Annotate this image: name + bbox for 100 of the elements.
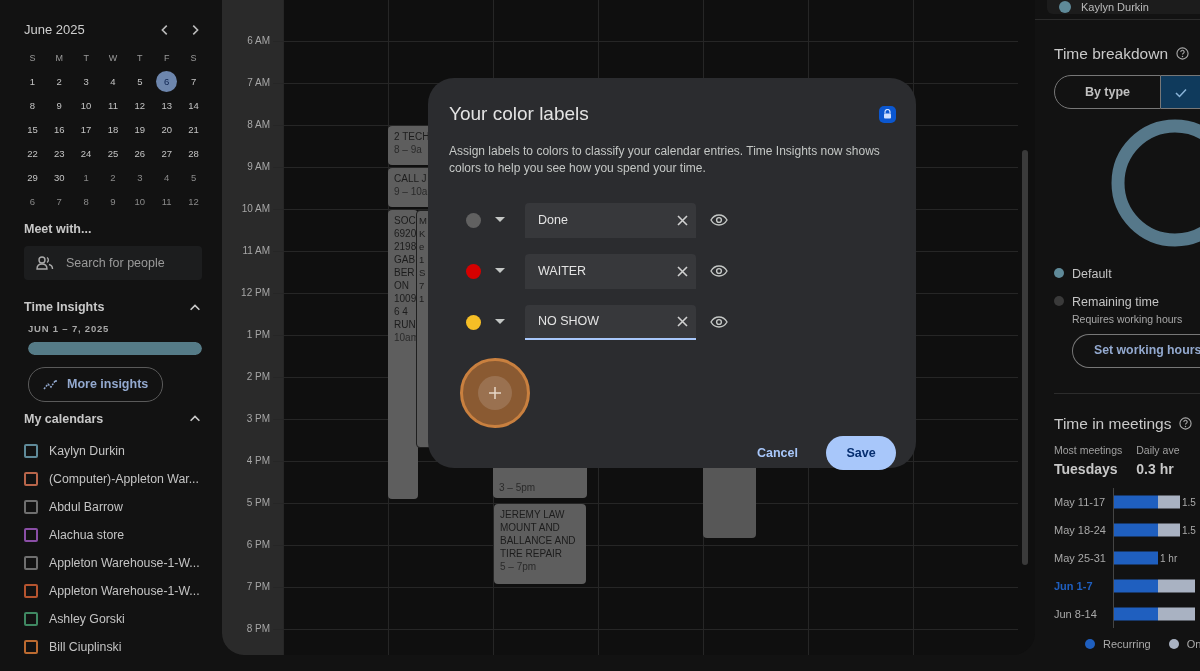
close-icon[interactable] — [677, 265, 688, 277]
close-icon[interactable] — [677, 214, 688, 226]
stat-label: Daily ave — [1136, 442, 1180, 458]
calendar-day[interactable]: 6 — [21, 190, 43, 212]
calendar-day[interactable]: 30 — [48, 166, 70, 188]
add-label-button[interactable] — [478, 375, 512, 410]
calendar-day[interactable]: 25 — [102, 142, 124, 164]
calendar-day[interactable]: 17 — [75, 118, 97, 140]
section-heading: Time Insights — [24, 299, 105, 317]
close-icon[interactable] — [677, 315, 688, 327]
calendar-day[interactable]: 10 — [129, 190, 151, 212]
section-heading: Meet with... — [24, 220, 93, 238]
calendar-day[interactable]: 12 — [183, 190, 205, 212]
calendar-day[interactable]: 22 — [21, 142, 43, 164]
calendar-day[interactable]: 10 — [75, 94, 97, 116]
calendar-day[interactable]: 29 — [21, 166, 43, 188]
calendar-day[interactable]: 12 — [129, 94, 151, 116]
calendar-day[interactable]: 7 — [183, 70, 205, 92]
calendar-day[interactable]: 16 — [48, 118, 70, 140]
calendar-day[interactable]: 11 — [102, 94, 124, 116]
calendar-day[interactable]: 2 — [48, 70, 70, 92]
event-title: JEREMY LAW — [500, 508, 565, 521]
calendar-day[interactable]: 21 — [183, 118, 205, 140]
week-label: May 18-24 — [1054, 522, 1107, 538]
calendar-day[interactable]: 2 — [102, 166, 124, 188]
calendar-day[interactable]: 27 — [156, 142, 178, 164]
date-range: JUN 1 – 7, 2025 — [27, 322, 111, 336]
calendar-day[interactable]: 23 — [48, 142, 70, 164]
cancel-button[interactable]: Cancel — [745, 435, 810, 471]
calendar-day[interactable]: 28 — [183, 142, 205, 164]
checkbox[interactable] — [24, 527, 38, 542]
calendar-chip[interactable]: Kaylyn Durkin — [1047, 0, 1200, 14]
calendar-day[interactable]: 8 — [21, 94, 43, 116]
help-icon[interactable] — [1179, 416, 1193, 430]
checkbox[interactable] — [24, 639, 38, 654]
caret-icon[interactable] — [495, 217, 505, 223]
dialog-description: Assign labels to colors to classify your calendar entries. Time Insights now shows colors to help you see how you spend your time. — [449, 142, 881, 177]
label-input-field[interactable]: Done — [525, 202, 696, 238]
calendar-name[interactable]: Abdul Barrow — [49, 497, 123, 516]
caret-icon[interactable] — [495, 268, 505, 274]
color-dot[interactable] — [466, 263, 481, 279]
help-icon[interactable] — [1176, 47, 1189, 61]
calendar-day[interactable]: 5 — [129, 70, 151, 92]
weekday-label: S — [189, 51, 198, 65]
save-button[interactable]: Save — [826, 435, 896, 470]
calendar-day[interactable]: 15 — [21, 118, 43, 140]
event-title: ON — [394, 279, 409, 292]
weekday-label: S — [28, 51, 37, 65]
calendar-name[interactable]: Appleton Warehouse-1-W... — [49, 553, 200, 572]
segment-tab[interactable] — [1161, 75, 1200, 110]
calendar-day[interactable]: 3 — [129, 166, 151, 188]
calendar-day[interactable]: 19 — [129, 118, 151, 140]
calendar-day[interactable]: 26 — [129, 142, 151, 164]
calendar-day[interactable]: 9 — [102, 190, 124, 212]
color-dot[interactable] — [466, 314, 481, 330]
calendar-day[interactable]: 4 — [156, 166, 178, 188]
checkbox[interactable] — [24, 471, 38, 486]
checkbox[interactable] — [24, 611, 38, 626]
calendar-day[interactable]: 4 — [102, 70, 124, 92]
label-input[interactable]: Done — [538, 210, 658, 230]
calendar-day[interactable]: 18 — [102, 118, 124, 140]
calendar-day[interactable]: 7 — [48, 190, 70, 212]
label-input[interactable]: NO SHOW — [538, 311, 658, 331]
calendar-name[interactable]: (Computer)-Appleton War... — [49, 469, 199, 488]
calendar-name[interactable]: Kaylyn Durkin — [49, 441, 125, 460]
calendar-day[interactable]: 8 — [75, 190, 97, 212]
label-input-field[interactable]: NO SHOW — [525, 304, 696, 340]
calendar-day[interactable]: 3 — [75, 70, 97, 92]
eye-icon[interactable] — [710, 214, 728, 226]
calendar-name[interactable]: Alachua store — [49, 525, 125, 544]
event-title: 2198 — [394, 240, 417, 253]
calendar-name[interactable]: Bill Ciuplinski — [49, 637, 122, 656]
value-label: 1 hr — [1160, 552, 1178, 564]
more-insights-button[interactable]: More insights — [28, 367, 164, 402]
calendar-day[interactable]: 20 — [156, 118, 178, 140]
checkbox[interactable] — [24, 499, 38, 514]
calendar-day[interactable]: 24 — [75, 142, 97, 164]
scrollbar-thumb[interactable] — [1022, 150, 1028, 565]
calendar-day[interactable]: 9 — [48, 94, 70, 116]
eye-icon[interactable] — [710, 316, 728, 328]
color-dot[interactable] — [466, 212, 481, 228]
calendar-day[interactable]: 1 — [21, 70, 43, 92]
calendar-name[interactable]: Appleton Warehouse-1-W... — [49, 581, 200, 600]
label-input-field[interactable]: WAITER — [525, 253, 696, 289]
checkbox[interactable] — [24, 555, 38, 570]
search-input[interactable]: Search for people — [64, 252, 184, 274]
calendar-day[interactable]: 1 — [75, 166, 97, 188]
event-title: GAB — [394, 253, 416, 266]
search-field[interactable]: Search for people — [24, 246, 202, 281]
caret-icon[interactable] — [495, 319, 505, 325]
eye-icon[interactable] — [710, 265, 728, 277]
checkbox[interactable] — [24, 583, 38, 598]
calendar-day[interactable]: 11 — [156, 190, 178, 212]
calendar-name[interactable]: Ashley Gorski — [49, 609, 125, 628]
calendar-day[interactable]: 6 — [156, 70, 178, 92]
calendar-day[interactable]: 14 — [183, 94, 205, 116]
checkbox[interactable] — [24, 443, 38, 458]
calendar-day[interactable]: 13 — [156, 94, 178, 116]
label-input[interactable]: WAITER — [538, 261, 658, 281]
calendar-day[interactable]: 5 — [183, 166, 205, 188]
